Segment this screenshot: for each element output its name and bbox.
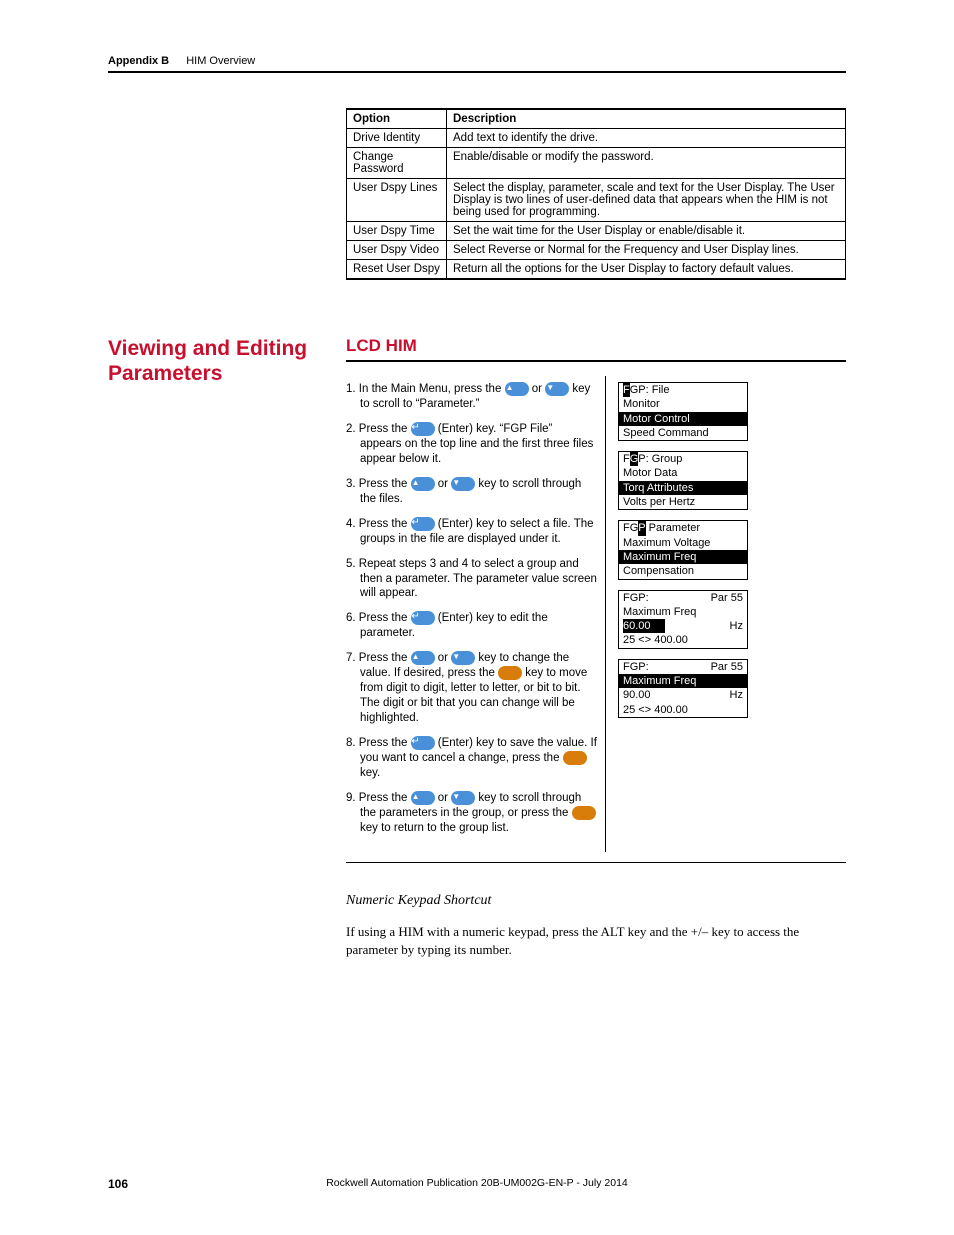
- subsection-title: Numeric Keypad Shortcut: [346, 893, 846, 909]
- table-row: User Dspy LinesSelect the display, param…: [347, 179, 846, 222]
- enter-icon: [411, 611, 435, 625]
- body-text: If using a HIM with a numeric keypad, pr…: [346, 923, 846, 959]
- step-item: 5. Repeat steps 3 and 4 to select a grou…: [346, 557, 597, 602]
- down-arrow-icon: [545, 382, 569, 396]
- down-arrow-icon: [451, 651, 475, 665]
- screen-item-selected: Motor Control: [619, 412, 747, 426]
- screen-title: FGP Parameter: [619, 521, 747, 535]
- page-header: Appendix B HIM Overview: [108, 55, 846, 73]
- table-row: User Dspy VideoSelect Reverse or Normal …: [347, 241, 846, 260]
- screen-item: Monitor: [619, 397, 747, 411]
- up-arrow-icon: [505, 382, 529, 396]
- up-arrow-icon: [411, 477, 435, 491]
- down-arrow-icon: [451, 791, 475, 805]
- enter-icon: [411, 517, 435, 531]
- sel-icon: [572, 806, 596, 820]
- screen-title: FGP: File: [619, 383, 747, 397]
- screen-header-row: FGP:Par 55: [619, 591, 747, 605]
- sub-heading: LCD HIM: [346, 336, 846, 362]
- screen-item: Maximum Voltage: [619, 536, 747, 550]
- screen-value-row: 60.00Hz: [619, 619, 747, 633]
- enter-icon: [411, 736, 435, 750]
- screen-param-name-selected: Maximum Freq: [619, 674, 747, 688]
- table-row: Drive IdentityAdd text to identify the d…: [347, 129, 846, 148]
- screen-parameter: FGP Parameter Maximum Voltage Maximum Fr…: [618, 520, 748, 579]
- screen-item: Compensation: [619, 564, 747, 578]
- screen-group: FGP: Group Motor Data Torq Attributes Vo…: [618, 451, 748, 510]
- screen-item-selected: Maximum Freq: [619, 550, 747, 564]
- section-viewing-editing: Viewing and Editing Parameters LCD HIM 1…: [108, 336, 846, 959]
- enter-icon: [411, 422, 435, 436]
- screen-item-selected: Torq Attributes: [619, 481, 747, 495]
- screen-title: FGP: Group: [619, 452, 747, 466]
- step-item: 7. Press the or key to change the value.…: [346, 651, 597, 726]
- page-footer: 106 Rockwell Automation Publication 20B-…: [108, 1177, 846, 1189]
- step-item: 3. Press the or key to scroll through th…: [346, 477, 597, 507]
- step-item: 1. In the Main Menu, press the or key to…: [346, 382, 597, 412]
- screen-file: FGP: File Monitor Motor Control Speed Co…: [618, 382, 748, 441]
- appendix-label: Appendix B: [108, 55, 169, 67]
- th-description: Description: [447, 109, 846, 129]
- up-arrow-icon: [411, 651, 435, 665]
- step-item: 2. Press the (Enter) key. “FGP File” app…: [346, 422, 597, 467]
- screen-range: 25 <> 400.00: [619, 633, 747, 647]
- steps-and-screens: 1. In the Main Menu, press the or key to…: [346, 376, 846, 863]
- screen-param-name: Maximum Freq: [619, 605, 747, 619]
- page-content: Option Description Drive IdentityAdd tex…: [108, 108, 846, 959]
- screen-value-2: FGP:Par 55 Maximum Freq 90.00Hz 25 <> 40…: [618, 659, 748, 718]
- table-header-row: Option Description: [347, 109, 846, 129]
- options-table: Option Description Drive IdentityAdd tex…: [346, 108, 846, 280]
- table-row: Change PasswordEnable/disable or modify …: [347, 148, 846, 179]
- step-item: 9. Press the or key to scroll through th…: [346, 791, 597, 836]
- publication-info: Rockwell Automation Publication 20B-UM00…: [326, 1177, 628, 1189]
- th-option: Option: [347, 109, 447, 129]
- screen-header-row: FGP:Par 55: [619, 660, 747, 674]
- up-arrow-icon: [411, 791, 435, 805]
- page-number: 106: [108, 1177, 128, 1191]
- down-arrow-icon: [451, 477, 475, 491]
- sel-icon: [563, 751, 587, 765]
- screen-value-row: 90.00Hz: [619, 688, 747, 702]
- side-heading: Viewing and Editing Parameters: [108, 336, 346, 959]
- table-row: Reset User DspyReturn all the options fo…: [347, 260, 846, 280]
- screen-item: Speed Command: [619, 426, 747, 440]
- step-item: 4. Press the (Enter) key to select a fil…: [346, 517, 597, 547]
- screen-range: 25 <> 400.00: [619, 703, 747, 717]
- header-title: HIM Overview: [186, 55, 255, 67]
- screen-item: Motor Data: [619, 466, 747, 480]
- lcd-screens: FGP: File Monitor Motor Control Speed Co…: [606, 376, 846, 852]
- main-column: LCD HIM 1. In the Main Menu, press the o…: [346, 336, 846, 959]
- steps-list: 1. In the Main Menu, press the or key to…: [346, 376, 606, 852]
- step-item: 8. Press the (Enter) key to save the val…: [346, 736, 597, 781]
- table-row: User Dspy TimeSet the wait time for the …: [347, 222, 846, 241]
- step-item: 6. Press the (Enter) key to edit the par…: [346, 611, 597, 641]
- screen-value-1: FGP:Par 55 Maximum Freq 60.00Hz 25 <> 40…: [618, 590, 748, 649]
- sel-icon: [498, 666, 522, 680]
- screen-item: Volts per Hertz: [619, 495, 747, 509]
